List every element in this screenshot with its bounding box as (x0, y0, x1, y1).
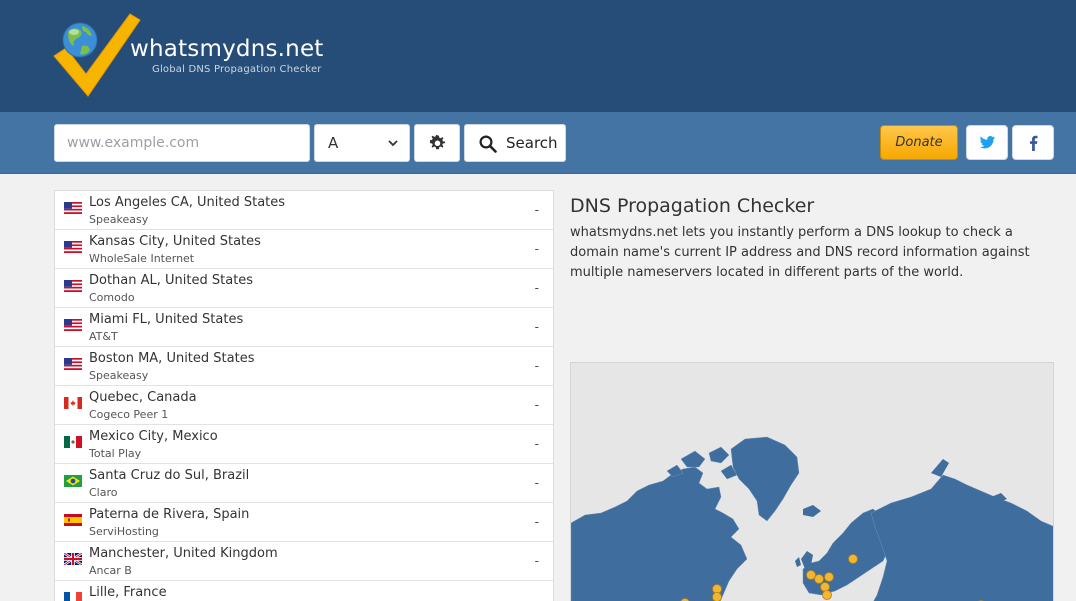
server-result: - (534, 476, 539, 490)
page-title: DNS Propagation Checker (570, 195, 815, 217)
map-marker[interactable] (806, 570, 816, 580)
server-result: - (534, 203, 539, 217)
search-button[interactable]: Search (464, 124, 566, 162)
server-row[interactable]: Los Angeles CA, United States Speakeasy - (55, 191, 553, 230)
server-provider: AT&T (89, 330, 118, 343)
server-row[interactable]: Miami FL, United States AT&T - (55, 308, 553, 347)
server-location: Quebec, Canada (89, 390, 197, 405)
server-provider: Total Play (89, 447, 142, 460)
server-result: - (534, 515, 539, 529)
server-location: Lille, France (89, 585, 167, 600)
domain-input[interactable] (54, 124, 310, 162)
server-result: - (534, 281, 539, 295)
server-location: Manchester, United Kingdom (89, 546, 278, 561)
server-provider: WholeSale Internet (89, 252, 195, 265)
server-result: - (534, 359, 539, 373)
brand-tagline: Global DNS Propagation Checker (152, 64, 322, 75)
mexico-flag-icon (64, 433, 82, 448)
site-header: whatsmydns.net Global DNS Propagation Ch… (0, 0, 1076, 112)
twitter-share-button[interactable] (966, 125, 1008, 160)
map-marker[interactable] (712, 592, 722, 601)
settings-button[interactable] (414, 124, 460, 162)
us-flag-icon (64, 199, 82, 214)
server-provider: ServiHosting (89, 525, 159, 538)
map-marker[interactable] (824, 572, 834, 582)
search-icon (479, 135, 497, 153)
server-provider: Comodo (89, 291, 135, 304)
server-location: Paterna de Rivera, Spain (89, 507, 250, 522)
server-location: Los Angeles CA, United States (89, 195, 286, 210)
map-region-north-america (571, 466, 748, 601)
server-result: - (534, 398, 539, 412)
intro-text: whatsmydns.net lets you instantly perfor… (570, 225, 1030, 280)
map-region-greenland (730, 436, 800, 522)
france-flag-icon (64, 589, 82, 601)
server-row[interactable]: Manchester, United Kingdom Ancar B - (55, 542, 553, 581)
world-map[interactable] (570, 362, 1054, 601)
map-marker[interactable] (822, 590, 832, 600)
facebook-share-button[interactable] (1012, 125, 1054, 160)
gear-icon (429, 135, 446, 150)
server-result: - (534, 320, 539, 334)
server-row[interactable]: Quebec, Canada Cogeco Peer 1 - (55, 386, 553, 425)
search-button-label: Search (506, 134, 558, 152)
world-map-canvas (571, 436, 1053, 601)
server-row[interactable]: Kansas City, United States WholeSale Inte… (55, 230, 553, 269)
donate-button[interactable]: Donate (880, 125, 958, 160)
server-provider: Ancar B (89, 564, 132, 577)
facebook-icon (1029, 135, 1038, 151)
server-row[interactable]: Dothan AL, United States Comodo - (55, 269, 553, 308)
server-result: - (534, 437, 539, 451)
record-type-value: A (328, 134, 339, 152)
server-row[interactable]: Lille, France (55, 581, 553, 601)
server-location: Mexico City, Mexico (89, 429, 218, 444)
map-marker[interactable] (820, 582, 830, 592)
chevron-down-icon (388, 140, 398, 147)
server-provider: Speakeasy (89, 369, 149, 382)
spain-flag-icon (64, 511, 82, 526)
server-row[interactable]: Mexico City, Mexico Total Play - (55, 425, 553, 464)
server-location: Boston MA, United States (89, 351, 255, 366)
server-location: Miami FL, United States (89, 312, 244, 327)
server-provider: Cogeco Peer 1 (89, 408, 169, 421)
server-location: Santa Cruz do Sul, Brazil (89, 468, 250, 483)
server-provider: Claro (89, 486, 118, 499)
us-flag-icon (64, 238, 82, 253)
server-location: Kansas City, United States (89, 234, 261, 249)
us-flag-icon (64, 355, 82, 370)
server-row[interactable]: Paterna de Rivera, Spain ServiHosting - (55, 503, 553, 542)
server-result: - (534, 554, 539, 568)
canada-flag-icon (64, 394, 82, 409)
dns-server-list: Los Angeles CA, United States Speakeasy - K… (54, 190, 554, 601)
record-type-select[interactable]: A (314, 124, 410, 162)
server-result: - (534, 242, 539, 256)
us-flag-icon (64, 277, 82, 292)
us-flag-icon (64, 316, 82, 331)
brand-name[interactable]: whatsmydns.net (130, 36, 324, 62)
map-region-iceland (803, 505, 821, 517)
map-marker[interactable] (814, 574, 824, 584)
uk-flag-icon (63, 550, 83, 566)
server-row[interactable]: Boston MA, United States Speakeasy - (55, 347, 553, 386)
logo-globe-check-icon[interactable] (52, 12, 142, 98)
twitter-icon (979, 136, 996, 149)
server-location: Dothan AL, United States (89, 273, 254, 288)
map-marker[interactable] (848, 554, 858, 564)
search-toolbar: A Search Donate (0, 112, 1076, 174)
brazil-flag-icon (64, 472, 82, 487)
server-row[interactable]: Santa Cruz do Sul, Brazil Claro - (55, 464, 553, 503)
map-region-asia (870, 474, 1053, 601)
server-provider: Speakeasy (89, 213, 149, 226)
